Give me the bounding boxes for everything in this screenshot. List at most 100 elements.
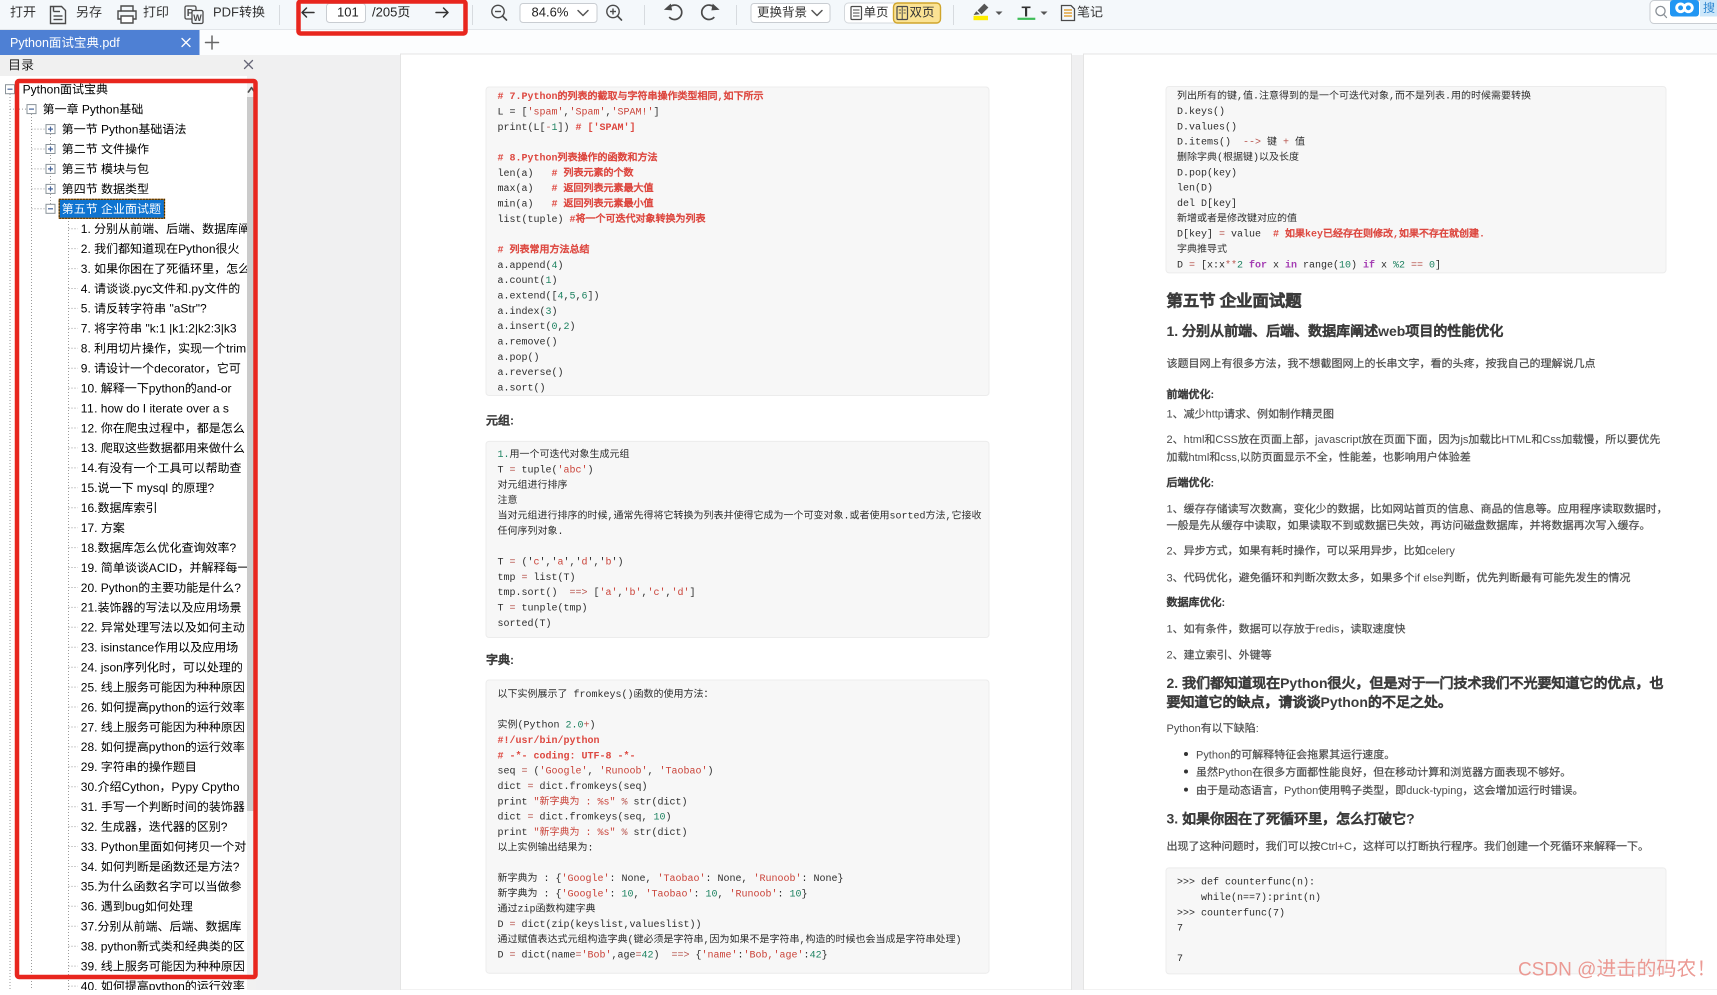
svg-text:#: # — [576, 123, 582, 134]
svg-text:D.values(): D.values() — [1177, 121, 1237, 133]
svg-text:ACID: ACID — [149, 561, 178, 575]
svg-text:7: 7 — [1177, 954, 1183, 965]
svg-text:PDF: PDF — [213, 5, 239, 20]
svg-text:21.: 21. — [81, 601, 98, 615]
svg-text:}: } — [802, 888, 808, 900]
svg-text:): ) — [558, 260, 564, 272]
svg-text:(: ( — [1217, 152, 1223, 164]
svg-text:9.: 9. — [81, 362, 91, 376]
svg-text:101: 101 — [337, 5, 359, 20]
svg-text:,: , — [634, 889, 640, 900]
svg-text:==>: ==> — [672, 951, 690, 962]
svg-text:37.: 37. — [81, 920, 98, 934]
svg-text:js: js — [1460, 434, 1469, 446]
svg-text:'c': 'c' — [648, 587, 666, 599]
svg-text:dict.fromkeys(seq,: dict.fromkeys(seq, — [540, 812, 648, 824]
svg-text:.: . — [1253, 92, 1259, 103]
svg-text:,: , — [1393, 230, 1399, 241]
svg-text::: : — [586, 828, 592, 839]
svg-text:#: # — [498, 246, 504, 257]
svg-text:?: ? — [233, 860, 240, 874]
svg-text:,: , — [588, 767, 594, 778]
svg-text:mysql: mysql — [137, 481, 168, 495]
svg-text:a.extend([: a.extend([ — [498, 291, 558, 303]
svg-text:%s": %s" — [598, 827, 616, 839]
svg-text:2: 2 — [1167, 434, 1173, 446]
svg-text:'Runoob': 'Runoob' — [600, 766, 648, 778]
svg-text:7.: 7. — [81, 322, 91, 336]
svg-text:=: = — [510, 558, 516, 569]
svg-text:T: T — [498, 604, 504, 615]
svg-text:python: python — [149, 700, 185, 714]
svg-text:HTML: HTML — [1501, 434, 1531, 446]
svg-text:a.reverse(): a.reverse() — [498, 367, 564, 379]
svg-text:Python: Python — [82, 102, 119, 116]
svg-text:if: if — [1363, 259, 1375, 271]
svg-text:['SPAM']: ['SPAM'] — [588, 122, 636, 134]
svg-text:UTF-8: UTF-8 — [582, 751, 612, 762]
svg-text:T: T — [498, 558, 504, 569]
svg-text::: : — [610, 889, 616, 900]
svg-text::: : — [544, 889, 550, 900]
svg-text:==>: ==> — [570, 588, 588, 599]
svg-text:**: ** — [1225, 259, 1237, 271]
svg-text:14.: 14. — [81, 461, 98, 475]
svg-text:13.: 13. — [81, 441, 98, 455]
svg-text:a.count(: a.count( — [498, 275, 546, 287]
svg-text:in: in — [1285, 259, 1297, 271]
svg-text:if: if — [1415, 572, 1421, 584]
svg-text:84.6%: 84.6% — [532, 5, 569, 20]
svg-text:(Python: (Python — [518, 720, 560, 732]
svg-text:Ctrl+C: Ctrl+C — [1321, 841, 1353, 853]
svg-text:str(dict): str(dict) — [634, 796, 688, 808]
svg-text:W: W — [193, 13, 202, 23]
svg-text::: : — [802, 874, 808, 885]
svg-text:.pdf: .pdf — [99, 36, 120, 50]
svg-text:": " — [534, 796, 540, 808]
svg-text:): ) — [590, 720, 596, 732]
svg-text:=: = — [522, 573, 528, 584]
svg-text:Python: Python — [10, 36, 49, 50]
svg-text:range(: range( — [1303, 259, 1339, 271]
svg-text:.py: .py — [188, 282, 204, 296]
svg-text:trim: trim — [226, 342, 246, 356]
svg-text:D: D — [1177, 260, 1183, 271]
svg-text:L: L — [498, 108, 504, 119]
svg-text:'Taobao': 'Taobao' — [660, 766, 708, 778]
svg-text:?: ? — [1406, 811, 1415, 827]
svg-text:python: python — [149, 979, 185, 990]
svg-text:dict.fromkeys(seq): dict.fromkeys(seq) — [540, 781, 648, 793]
svg-text:'Runoob': 'Runoob' — [730, 888, 778, 900]
svg-text:while(n==7):print(n): while(n==7):print(n) — [1201, 892, 1321, 904]
svg-text:": " — [534, 827, 540, 839]
svg-text:decorator: decorator — [154, 362, 205, 376]
svg-text:): ) — [1351, 259, 1357, 271]
svg-text:,: , — [648, 767, 654, 778]
svg-text:32.: 32. — [81, 820, 98, 834]
svg-text:how: how — [101, 401, 123, 415]
svg-text:16.: 16. — [81, 501, 98, 515]
svg-text:http: http — [1206, 409, 1224, 421]
svg-text:1.: 1. — [1167, 323, 1179, 339]
svg-text:}: } — [822, 950, 828, 962]
svg-text::: : — [1222, 597, 1226, 609]
svg-text:=: = — [528, 782, 534, 793]
svg-text:2.0: 2.0 — [566, 721, 584, 732]
svg-text:2: 2 — [1167, 545, 1173, 557]
svg-text:10.: 10. — [81, 381, 98, 395]
svg-text:2.: 2. — [1167, 675, 1179, 691]
svg-text:]: ] — [690, 587, 696, 599]
svg-text:]: ] — [654, 107, 660, 119]
svg-text:a.append(: a.append( — [498, 260, 552, 272]
svg-text:'d': 'd' — [672, 587, 690, 599]
svg-text:html: html — [1184, 434, 1205, 446]
svg-text:): ) — [666, 812, 672, 824]
svg-text:str(dict): str(dict) — [634, 827, 688, 839]
svg-text:,: , — [704, 935, 710, 946]
svg-text:=: = — [522, 767, 528, 778]
svg-text:Cpytho: Cpytho — [202, 780, 240, 794]
svg-text:'): ') — [612, 557, 624, 569]
svg-text:(': (' — [522, 557, 534, 569]
svg-text:dict(name: dict(name — [522, 950, 576, 962]
svg-text:=: = — [510, 951, 516, 962]
